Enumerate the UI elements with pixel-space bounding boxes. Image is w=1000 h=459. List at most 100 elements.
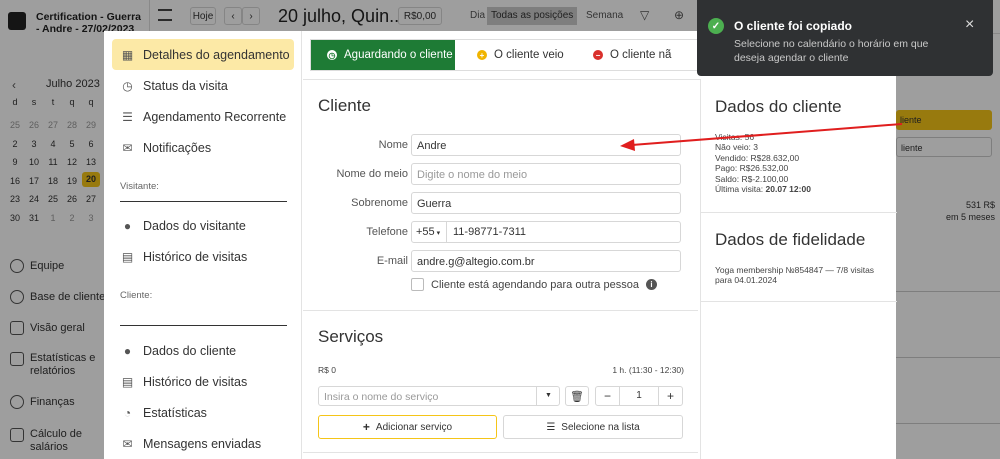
sidebar-item-messages[interactable]: ✉ Mensagens enviadas xyxy=(112,429,294,459)
user-icon: ● xyxy=(123,344,132,358)
email-field[interactable]: andre.g@altegio.com.br xyxy=(411,250,681,272)
middle-name-label: Nome do meio xyxy=(336,168,408,180)
name-label: Nome xyxy=(378,139,408,151)
button-label: Selecione na lista xyxy=(561,421,640,433)
chat-icon: ✉ xyxy=(122,141,133,155)
email-label: E-mail xyxy=(376,255,408,267)
section-divider xyxy=(303,452,698,453)
client-form: Cliente Nome Andre Nome do meio Digite o… xyxy=(303,79,698,459)
phone-row: Telefone +55 ▾ 11-98771-7311 xyxy=(303,221,698,243)
client-summary-panel: Dados do cliente Visitas: 56 Não veio: 3… xyxy=(700,79,897,459)
sidebar-item-label: Mensagens enviadas xyxy=(143,437,262,451)
phone-number[interactable]: 11-98771-7311 xyxy=(453,226,526,238)
phone-label: Telefone xyxy=(366,226,408,238)
increase-button[interactable]: + xyxy=(658,387,682,405)
tab-label: O cliente veio xyxy=(494,49,564,61)
toast-message: Selecione no calendário o horário em que… xyxy=(734,38,929,64)
services-duration: 1 h. (11:30 - 12:30) xyxy=(612,365,684,375)
name-field[interactable]: Andre xyxy=(411,134,681,156)
country-code-select[interactable]: +55 ▾ xyxy=(412,222,447,242)
info-icon[interactable]: i xyxy=(645,279,657,290)
check-icon: ✓ xyxy=(708,18,724,34)
email-row: E-mail andre.g@altegio.com.br xyxy=(303,250,698,272)
last-visit-value: 20.07 12:00 xyxy=(765,184,811,195)
plus-circle-icon: + xyxy=(477,50,487,60)
status-tabs: ◷ Aguardando o cliente + O cliente veio − O… xyxy=(310,39,700,71)
pie-icon: ◔ xyxy=(123,406,132,420)
stat-paid: Pago: R$26.532,00 xyxy=(715,163,789,174)
middle-name-field[interactable]: Digite o nome do meio xyxy=(411,163,681,185)
middle-name-row: Nome do meio Digite o nome do meio xyxy=(303,163,698,185)
stat-sold: Vendido: R$28.632,00 xyxy=(715,152,800,163)
section-divider xyxy=(303,310,698,311)
sidebar-item-label: Detalhes do agendamento xyxy=(143,47,290,62)
tab-waiting-client[interactable]: ◷ Aguardando o cliente xyxy=(311,40,455,70)
quantity-stepper[interactable]: − 1 + xyxy=(595,386,683,406)
client-section-label: Cliente: xyxy=(120,290,153,301)
stat-last-visit: Última visita: 20.07 12:00 xyxy=(715,184,811,194)
country-code: +55 xyxy=(416,226,435,238)
clock-icon: ◷ xyxy=(327,50,337,60)
decrease-button[interactable]: − xyxy=(596,387,620,405)
sidebar-item-label: Agendamento Recorrente xyxy=(143,110,287,124)
sidebar-item-label: Status da visita xyxy=(143,79,228,93)
stat-visits: Visitas: 56 xyxy=(715,132,755,142)
sidebar-item-statistics[interactable]: ◔ Estatísticas xyxy=(112,398,294,428)
button-label: Adicionar serviço xyxy=(375,421,453,433)
sidebar-item-client-data[interactable]: ● Dados do cliente xyxy=(112,336,294,366)
add-service-button[interactable]: + Adicionar serviço xyxy=(318,415,497,439)
trash-icon[interactable]: 🗑 xyxy=(565,386,589,406)
other-person-option: Cliente está agendando para outra pessoa… xyxy=(411,278,657,291)
user-icon: ● xyxy=(123,219,132,233)
plus-icon: + xyxy=(362,420,370,434)
other-person-checkbox[interactable] xyxy=(411,278,424,291)
sidebar-item-client-history[interactable]: ▤ Histórico de visitas xyxy=(112,367,294,397)
select-from-list-button[interactable]: ☰ Selecione na lista xyxy=(503,415,683,439)
stat-no-show: Não veio: 3 xyxy=(715,142,758,153)
minus-circle-icon: − xyxy=(593,50,603,60)
client-data-heading: Dados do cliente xyxy=(715,97,842,116)
client-divider xyxy=(120,325,287,326)
sidebar-item-label: Dados do cliente xyxy=(143,344,237,358)
section-divider xyxy=(701,301,897,302)
services-price: R$ 0 xyxy=(318,365,336,375)
client-heading: Cliente xyxy=(318,96,371,115)
visitor-divider xyxy=(120,201,287,202)
loyalty-heading: Dados de fidelidade xyxy=(715,230,866,249)
tab-label: Aguardando o cliente xyxy=(344,49,453,61)
mail-icon: ✉ xyxy=(122,437,133,451)
clock-icon: ◷ xyxy=(122,79,133,93)
loyalty-text: Yoga membership №854847 — 7/8 visitas pa… xyxy=(715,265,875,286)
calendar-icon: ▦ xyxy=(121,47,134,62)
surname-label: Sobrenome xyxy=(351,197,408,209)
sidebar-item-label: Estatísticas xyxy=(143,406,207,420)
client-stats: Visitas: 56 Não veio: 3 Vendido: R$28.63… xyxy=(715,132,811,194)
close-icon[interactable]: × xyxy=(965,16,974,34)
phone-field[interactable]: +55 ▾ 11-98771-7311 xyxy=(411,221,681,243)
services-heading: Serviços xyxy=(318,327,384,346)
name-row: Nome Andre xyxy=(303,134,698,156)
tab-client-not-came[interactable]: − O cliente nã xyxy=(579,40,671,70)
sidebar-item-label: Histórico de visitas xyxy=(143,250,248,264)
sidebar-item-recurring[interactable]: ☰ Agendamento Recorrente xyxy=(112,102,294,132)
sidebar-item-notifications[interactable]: ✉ Notificações xyxy=(112,133,294,163)
sidebar-item-appointment-details[interactable]: ▦ Detalhes do agendamento xyxy=(112,39,294,70)
sidebar-item-visitor-history[interactable]: ▤ Histórico de visitas xyxy=(112,242,294,272)
sidebar-item-label: Histórico de visitas xyxy=(143,375,248,389)
list-icon: ☰ xyxy=(546,421,556,433)
service-select[interactable]: Insira o nome do serviço ▼ xyxy=(318,386,560,406)
history-icon: ▤ xyxy=(121,375,134,389)
stat-balance: Saldo: R$-2.100,00 xyxy=(715,173,789,184)
modal-sidebar: ▦ Detalhes do agendamento ◷ Status da visi… xyxy=(104,31,302,459)
other-person-label: Cliente está agendando para outra pessoa xyxy=(431,278,639,291)
toast-notification: ✓ O cliente foi copiado Selecione no cal… xyxy=(697,0,993,76)
sidebar-item-visit-status[interactable]: ◷ Status da visita xyxy=(112,71,294,101)
surname-field[interactable]: Guerra xyxy=(411,192,681,214)
section-divider xyxy=(701,212,897,213)
appointment-modal: ▦ Detalhes do agendamento ◷ Status da visi… xyxy=(104,31,897,459)
sidebar-item-visitor-data[interactable]: ● Dados do visitante xyxy=(112,211,294,241)
caret-down-icon[interactable]: ▼ xyxy=(536,387,560,405)
service-input[interactable]: Insira o nome do serviço xyxy=(324,391,438,403)
quantity-value[interactable]: 1 xyxy=(620,387,658,405)
tab-client-came[interactable]: + O cliente veio xyxy=(455,40,579,70)
